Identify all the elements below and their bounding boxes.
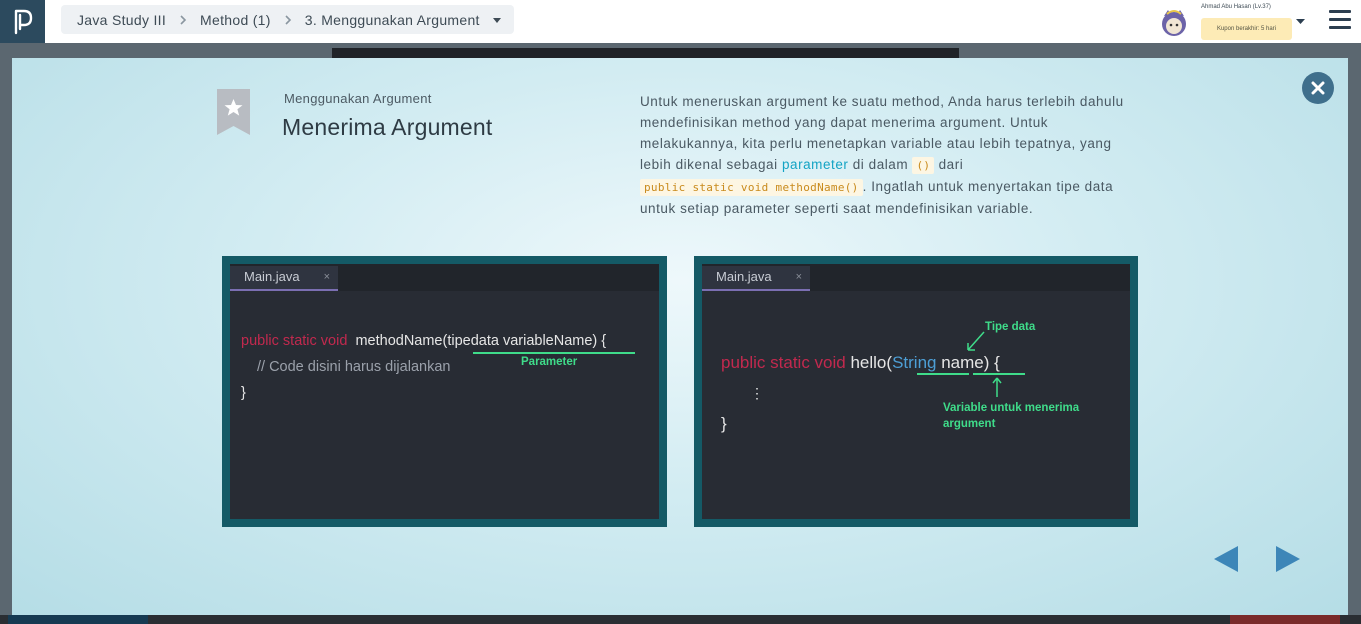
chevron-right-icon: [178, 14, 188, 25]
breadcrumb: Java Study III Method (1) 3. Menggunakan…: [61, 5, 514, 34]
prev-slide-button[interactable]: [1214, 546, 1238, 572]
caret-down-icon[interactable]: [1296, 17, 1305, 25]
code-line-2: // Code disini harus dijalankan: [257, 359, 451, 375]
parameter-underline: [473, 352, 635, 354]
inline-code: public static void methodName(): [640, 179, 863, 196]
background-footer: [0, 615, 1361, 624]
code-line-3: }: [721, 414, 727, 433]
background-footer-left: [8, 615, 148, 624]
background-content: [332, 48, 959, 58]
variable-label-line-2: argument: [943, 418, 996, 430]
close-button[interactable]: [1302, 72, 1334, 104]
slide-modal: Menggunakan Argument Menerima Argument U…: [12, 58, 1348, 615]
parameter-term: parameter: [781, 157, 849, 172]
type-underline: [917, 373, 969, 375]
variable-label-line-1: Variable untuk menerima: [943, 402, 1080, 414]
code-editor-left: Main.java × public static void methodNam…: [222, 256, 667, 527]
editor-tab-bar: Main.java ×: [230, 264, 659, 291]
close-icon: [1311, 81, 1325, 95]
user-name: Ahmad Abu Hasan (Lv.37): [1201, 4, 1271, 10]
inline-code: (): [912, 157, 935, 174]
slide-description: Untuk meneruskan argument ke suatu metho…: [640, 94, 1124, 216]
tab-close-icon[interactable]: ×: [324, 266, 330, 288]
caret-down-icon[interactable]: [492, 15, 502, 25]
editor-tab-bar: Main.java ×: [702, 264, 1130, 291]
coupon-badge: Kupon berakhir: 5 hari: [1201, 18, 1292, 40]
breadcrumb-course[interactable]: Java Study III: [77, 12, 166, 28]
editor-tab[interactable]: Main.java ×: [702, 266, 810, 291]
hamburger-menu-icon[interactable]: [1329, 10, 1351, 30]
code-line-1: public static void hello(String name) {: [721, 353, 1000, 372]
tab-close-icon[interactable]: ×: [796, 266, 802, 288]
name-underline: [973, 373, 1025, 375]
progate-logo[interactable]: [0, 0, 45, 43]
breadcrumb-lesson[interactable]: 3. Menggunakan Argument: [305, 12, 480, 28]
arrow-up-icon: [992, 377, 1002, 397]
next-slide-button[interactable]: [1276, 546, 1300, 572]
slide-subtitle: Menggunakan Argument: [284, 91, 432, 106]
type-label: Tipe data: [985, 321, 1036, 333]
logo-icon: [14, 9, 32, 34]
arrow-icon: [967, 331, 985, 351]
top-bar: Java Study III Method (1) 3. Menggunakan…: [0, 0, 1361, 43]
code-ellipsis: ⋮: [750, 385, 764, 401]
slide-title: Menerima Argument: [282, 114, 493, 140]
avatar[interactable]: [1158, 6, 1190, 38]
editor-tab[interactable]: Main.java ×: [230, 266, 338, 291]
code-line-3: }: [241, 385, 246, 401]
code-line-1: public static void methodName(tipedata v…: [241, 333, 607, 349]
chevron-right-icon: [283, 14, 293, 25]
bookmark-icon: [217, 89, 250, 135]
parameter-label: Parameter: [521, 356, 578, 368]
code-editor-right: Main.java × public static void hello(Str…: [694, 256, 1138, 527]
breadcrumb-section[interactable]: Method (1): [200, 12, 271, 28]
